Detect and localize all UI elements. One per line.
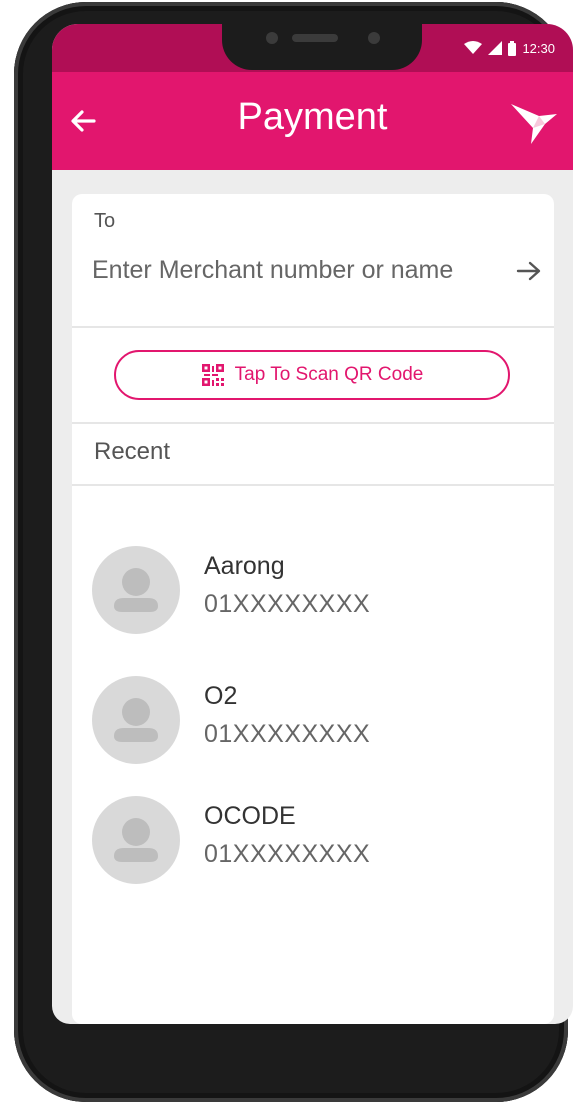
- contact-name: OCODE: [204, 802, 296, 830]
- wifi-icon: [464, 41, 483, 54]
- merchant-search-input[interactable]: [92, 250, 502, 290]
- contact-name: Aarong: [204, 552, 285, 580]
- avatar: [92, 546, 180, 634]
- divider: [72, 484, 554, 486]
- page-title: Payment: [237, 96, 388, 138]
- contact-name: O2: [204, 682, 238, 710]
- scan-qr-label: Tap To Scan QR Code: [234, 364, 424, 385]
- signal-icon: [488, 41, 503, 55]
- person-icon: [114, 818, 158, 862]
- phone-notch: [222, 24, 422, 70]
- phone-frame: 12:30 Payment To Enter Merchant number o…: [14, 2, 573, 1102]
- app-bar: Payment: [52, 72, 573, 170]
- screen: 12:30 Payment To Enter Merchant number o…: [52, 24, 573, 1024]
- bird-logo-icon[interactable]: [509, 98, 559, 148]
- person-icon: [114, 568, 158, 612]
- sensor: [368, 32, 380, 44]
- recent-contact-item[interactable]: O2 01XXXXXXXX: [92, 676, 532, 768]
- arrow-right-icon[interactable]: [514, 258, 544, 284]
- divider: [72, 326, 554, 328]
- status-time: 12:30: [522, 40, 555, 56]
- battery-icon: [508, 40, 517, 56]
- speaker-grille: [292, 34, 338, 42]
- to-label: To: [94, 210, 116, 232]
- recent-contact-item[interactable]: OCODE 01XXXXXXXX: [92, 796, 532, 888]
- qr-code-icon: [201, 364, 224, 386]
- avatar: [92, 676, 180, 764]
- front-camera: [266, 32, 278, 44]
- status-icons: 12:30: [464, 38, 555, 58]
- recent-label: Recent: [94, 438, 171, 465]
- avatar: [92, 796, 180, 884]
- person-icon: [114, 698, 158, 742]
- payment-card: To Tap To Scan QR Code Recent: [72, 194, 554, 1024]
- scan-qr-button[interactable]: Tap To Scan QR Code: [114, 350, 510, 400]
- contact-number: 01XXXXXXXX: [204, 720, 371, 748]
- contact-number: 01XXXXXXXX: [204, 840, 371, 868]
- status-bar: 12:30: [52, 24, 573, 72]
- divider: [72, 422, 554, 424]
- recent-contact-item[interactable]: Aarong 01XXXXXXXX: [92, 546, 532, 638]
- contact-number: 01XXXXXXXX: [204, 590, 371, 618]
